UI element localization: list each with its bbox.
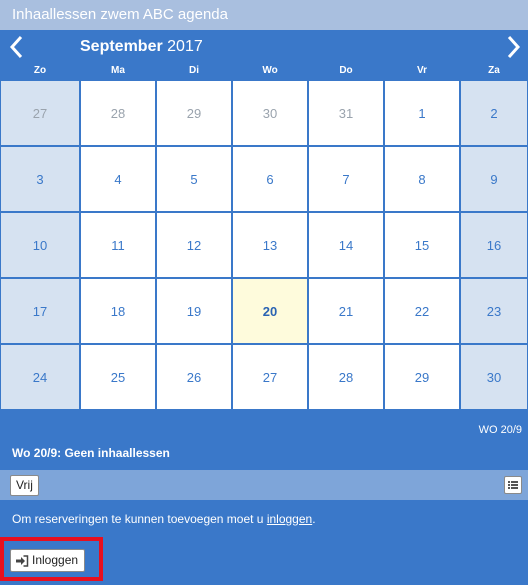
day-name: Do — [339, 65, 353, 76]
calendar-day[interactable]: 2 — [460, 80, 528, 146]
day-name: Zo — [33, 65, 47, 76]
calendar-day[interactable]: 15 — [384, 212, 460, 278]
day-name: Di — [189, 65, 199, 76]
list-icon — [508, 481, 518, 489]
chevron-left-icon — [9, 35, 23, 59]
calendar-day[interactable]: 24 — [0, 344, 80, 410]
calendar-day[interactable]: 5 — [156, 146, 232, 212]
next-month-button[interactable] — [502, 34, 524, 60]
calendar-day[interactable]: 14 — [308, 212, 384, 278]
calendar-day[interactable]: 6 — [232, 146, 308, 212]
day-names-row: Zo Ma Di Wo Do Vr Za — [0, 64, 528, 80]
calendar-day[interactable]: 12 — [156, 212, 232, 278]
calendar-day[interactable]: 25 — [80, 344, 156, 410]
day-info-panel: WO 20/9 Wo 20/9: Geen inhaallessen — [0, 410, 528, 470]
calendar-day[interactable]: 8 — [384, 146, 460, 212]
prev-month-button[interactable] — [6, 34, 28, 60]
calendar-day[interactable]: 26 — [156, 344, 232, 410]
month-name: September — [80, 38, 163, 55]
calendar-grid: 27 28 29 30 31 1 2 3 4 5 6 7 8 9 10 11 1… — [0, 80, 528, 410]
calendar-day[interactable]: 30 — [232, 80, 308, 146]
calendar-day-today[interactable]: 20 — [232, 278, 308, 344]
calendar-day[interactable]: 13 — [232, 212, 308, 278]
calendar-day[interactable]: 19 — [156, 278, 232, 344]
vrij-button[interactable]: Vrij — [10, 475, 39, 496]
calendar-day[interactable]: 30 — [460, 344, 528, 410]
calendar-day[interactable]: 3 — [0, 146, 80, 212]
calendar-day[interactable]: 17 — [0, 278, 80, 344]
calendar-day[interactable]: 27 — [232, 344, 308, 410]
calendar-day[interactable]: 7 — [308, 146, 384, 212]
day-name: Ma — [111, 65, 125, 76]
list-view-button[interactable] — [504, 476, 522, 494]
calendar-day[interactable]: 29 — [384, 344, 460, 410]
calendar-day[interactable]: 16 — [460, 212, 528, 278]
toolbar: Vrij — [0, 470, 528, 500]
calendar-day[interactable]: 29 — [156, 80, 232, 146]
selected-date-short: WO 20/9 — [478, 424, 522, 436]
month-title: September 2017 — [80, 38, 203, 56]
calendar-day[interactable]: 28 — [308, 344, 384, 410]
calendar-day[interactable]: 1 — [384, 80, 460, 146]
calendar-day[interactable]: 4 — [80, 146, 156, 212]
calendar-day[interactable]: 31 — [308, 80, 384, 146]
day-info-message: Wo 20/9: Geen inhaallessen — [12, 446, 170, 460]
widget-title: Inhaallessen zwem ABC agenda — [0, 0, 528, 30]
day-name: Za — [488, 65, 500, 76]
calendar-day[interactable]: 22 — [384, 278, 460, 344]
calendar-day[interactable]: 28 — [80, 80, 156, 146]
notice-text: Om reserveringen te kunnen toevoegen moe… — [12, 512, 267, 526]
calendar-day[interactable]: 23 — [460, 278, 528, 344]
chevron-right-icon — [507, 35, 521, 59]
day-name: Vr — [416, 65, 427, 76]
highlight-box — [0, 537, 103, 581]
login-link[interactable]: inloggen — [267, 512, 312, 526]
year: 2017 — [167, 38, 203, 55]
day-name: Wo — [262, 65, 278, 76]
notice-suffix: . — [312, 512, 316, 526]
calendar-day[interactable]: 9 — [460, 146, 528, 212]
calendar-day[interactable]: 21 — [308, 278, 384, 344]
month-header: September 2017 — [0, 30, 528, 64]
agenda-widget: Inhaallessen zwem ABC agenda September 2… — [0, 0, 528, 585]
calendar-day[interactable]: 11 — [80, 212, 156, 278]
calendar-day[interactable]: 27 — [0, 80, 80, 146]
calendar-day[interactable]: 18 — [80, 278, 156, 344]
login-notice: Om reserveringen te kunnen toevoegen moe… — [12, 512, 316, 526]
calendar-day[interactable]: 10 — [0, 212, 80, 278]
